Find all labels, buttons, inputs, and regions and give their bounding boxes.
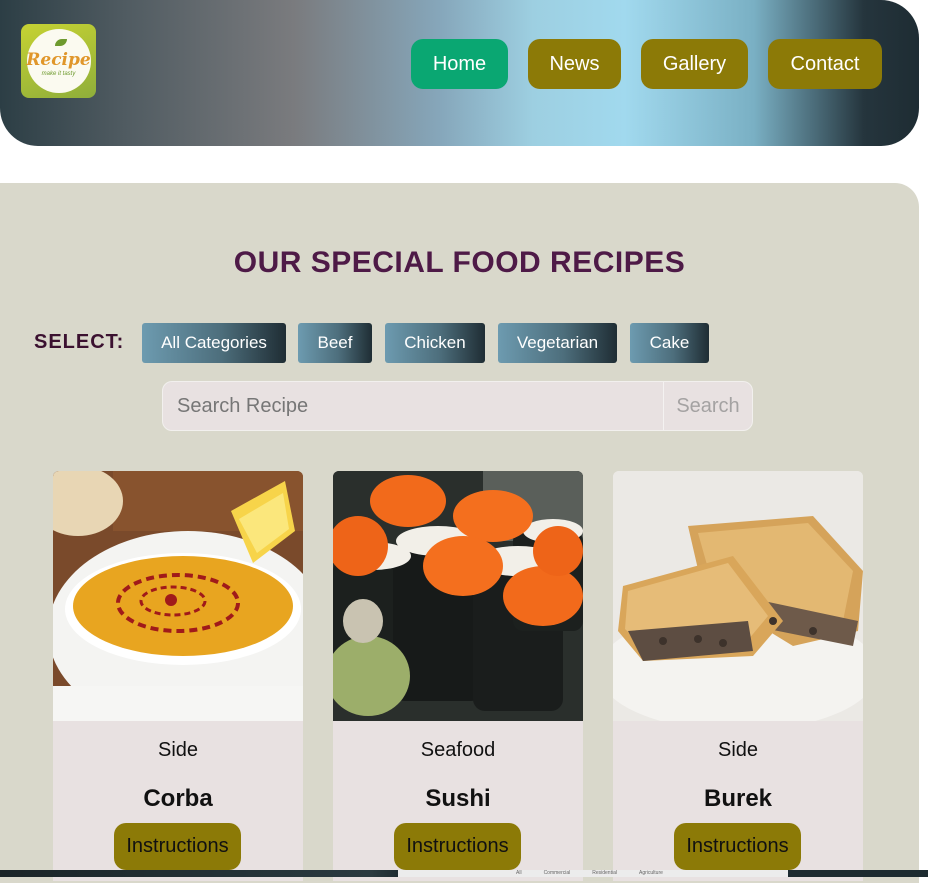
recipe-name: Sushi [425, 785, 491, 812]
site-header: Recipe make it tasty Home News Gallery C… [0, 0, 919, 146]
recipe-category: Side [157, 739, 199, 761]
instructions-button[interactable]: Instructions [394, 823, 521, 870]
tab-commercial[interactable]: Commercial [544, 870, 571, 877]
tab-agriculture[interactable]: Agriculture [639, 870, 663, 877]
leaf-icon [54, 39, 67, 46]
tab-residential[interactable]: Residential [592, 870, 617, 877]
category-cake-button[interactable]: Cake [630, 323, 709, 363]
nav-gallery-button[interactable]: Gallery [641, 39, 748, 89]
search-input[interactable] [163, 382, 663, 430]
burek-illustration [613, 471, 863, 721]
filter-tabs-strip: All Commercial Residential Agriculture [398, 870, 788, 877]
tab-all[interactable]: All [516, 870, 522, 877]
search-button[interactable]: Search [663, 382, 752, 430]
category-beef-button[interactable]: Beef [298, 323, 372, 363]
page-title: OUR SPECIAL FOOD RECIPES [233, 246, 686, 279]
instructions-button[interactable]: Instructions [114, 823, 241, 870]
nav-contact-button[interactable]: Contact [768, 39, 882, 89]
search-bar: Search [162, 381, 753, 431]
logo-badge: Recipe make it tasty [26, 29, 91, 93]
sushi-illustration [333, 471, 583, 721]
recipe-logo[interactable]: Recipe make it tasty [21, 24, 96, 98]
soup-illustration [53, 471, 303, 721]
category-chicken-button[interactable]: Chicken [385, 323, 485, 363]
recipe-name: Burek [703, 785, 773, 812]
instructions-button[interactable]: Instructions [674, 823, 801, 870]
recipe-card: Side Corba Instructions [53, 471, 303, 881]
recipe-image-corba[interactable] [53, 471, 303, 721]
recipe-image-sushi[interactable] [333, 471, 583, 721]
select-label: SELECT: [34, 331, 125, 353]
nav-home-button[interactable]: Home [411, 39, 508, 89]
logo-tagline: make it tasty [41, 70, 76, 77]
category-all-button[interactable]: All Categories [142, 323, 286, 363]
category-vegetarian-button[interactable]: Vegetarian [498, 323, 617, 363]
recipe-name: Corba [143, 785, 213, 812]
nav-news-button[interactable]: News [528, 39, 621, 89]
recipe-image-burek[interactable] [613, 471, 863, 721]
recipe-category: Side [717, 739, 759, 761]
logo-word: Recipe [26, 49, 91, 70]
recipe-category: Seafood [420, 739, 496, 761]
recipe-card: Seafood Sushi Instructions [333, 471, 583, 881]
recipe-card: Side Burek Instructions [613, 471, 863, 881]
